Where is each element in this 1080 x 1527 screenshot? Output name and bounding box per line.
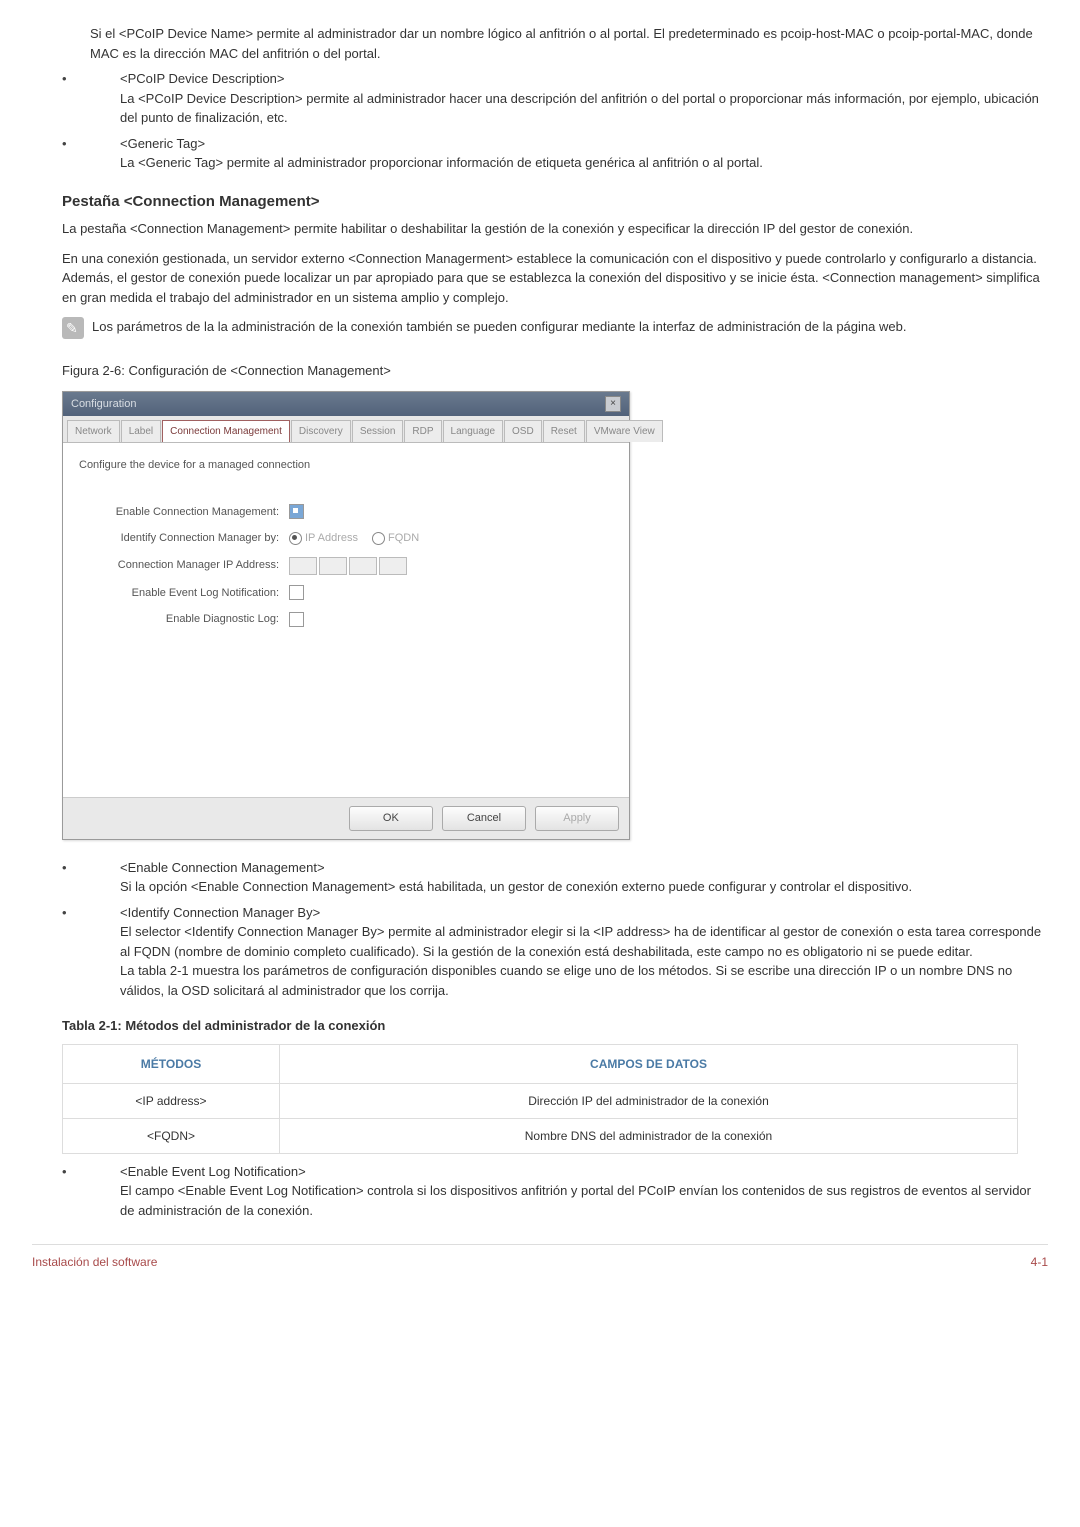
bullet-dot: •	[32, 134, 120, 154]
enable-cm-text: Si la opción <Enable Connection Manageme…	[120, 877, 1048, 897]
radio-ip-address[interactable]	[289, 532, 302, 545]
table-row: <IP address> Dirección IP del administra…	[63, 1083, 1018, 1118]
bullet-device-description: • <PCoIP Device Description> La <PCoIP D…	[32, 69, 1048, 128]
tab-session[interactable]: Session	[352, 420, 404, 442]
device-name-para: Si el <PCoIP Device Name> permite al adm…	[90, 24, 1048, 63]
label-enable-cm: Enable Connection Management:	[79, 504, 289, 521]
note-text: Los parámetros de la la administración d…	[92, 317, 1048, 337]
tab-language[interactable]: Language	[443, 420, 504, 442]
table-title: Tabla 2-1: Métodos del administrador de …	[62, 1016, 1048, 1036]
dialog-body: Configure the device for a managed conne…	[63, 443, 629, 797]
page-footer: Instalación del software 4-1	[32, 1244, 1048, 1271]
close-icon[interactable]: ×	[605, 396, 621, 412]
note-icon	[62, 317, 84, 339]
cell-fqdn-method: <FQDN>	[63, 1118, 280, 1153]
checkbox-diag-log[interactable]	[289, 612, 304, 627]
bullet-dot: •	[32, 903, 120, 923]
label-event-log: Enable Event Log Notification:	[79, 585, 289, 602]
dialog-tabs: Network Label Connection Management Disc…	[63, 416, 629, 443]
identify-by-label: <Identify Connection Manager By>	[120, 903, 1048, 923]
identify-by-text-2: La tabla 2-1 muestra los parámetros de c…	[120, 961, 1048, 1000]
dialog-title-text: Configuration	[71, 396, 136, 413]
section-heading: Pestaña <Connection Management>	[62, 191, 1048, 214]
identify-by-text-1: El selector <Identify Connection Manager…	[120, 922, 1048, 961]
cell-fqdn-field: Nombre DNS del administrador de la conex…	[280, 1118, 1018, 1153]
checkbox-event-log[interactable]	[289, 585, 304, 600]
bullet-dot: •	[32, 1162, 120, 1182]
tab-discovery[interactable]: Discovery	[291, 420, 351, 442]
radio-ip-address-label: IP Address	[305, 530, 358, 547]
th-campos: CAMPOS DE DATOS	[280, 1044, 1018, 1083]
dialog-titlebar: Configuration ×	[63, 392, 629, 417]
generic-tag-label: <Generic Tag>	[120, 134, 1048, 154]
tab-connection-management[interactable]: Connection Management	[162, 420, 290, 442]
tab-network[interactable]: Network	[67, 420, 120, 442]
checkbox-enable-cm[interactable]	[289, 504, 304, 519]
cell-ip-field: Dirección IP del administrador de la con…	[280, 1083, 1018, 1118]
radio-fqdn-label: FQDN	[388, 530, 419, 547]
row-enable-cm: Enable Connection Management:	[79, 504, 613, 521]
row-diag-log: Enable Diagnostic Log:	[79, 611, 613, 628]
note-block: Los parámetros de la la administración d…	[62, 317, 1048, 339]
radio-fqdn[interactable]	[372, 532, 385, 545]
dialog-description: Configure the device for a managed conne…	[79, 457, 613, 474]
section-p1: La pestaña <Connection Management> permi…	[62, 219, 1048, 239]
dialog-footer: OK Cancel Apply	[63, 797, 629, 839]
figure-caption: Figura 2-6: Configuración de <Connection…	[62, 361, 1048, 381]
bullet-event-log: • <Enable Event Log Notification> El cam…	[32, 1162, 1048, 1221]
ip-octet-2[interactable]	[319, 557, 347, 575]
enable-cm-label: <Enable Connection Management>	[120, 858, 1048, 878]
apply-button[interactable]: Apply	[535, 806, 619, 831]
th-metodos: MÉTODOS	[63, 1044, 280, 1083]
footer-left: Instalación del software	[32, 1253, 157, 1271]
ip-octet-1[interactable]	[289, 557, 317, 575]
ip-octet-3[interactable]	[349, 557, 377, 575]
label-identify-by: Identify Connection Manager by:	[79, 530, 289, 547]
tab-rdp[interactable]: RDP	[404, 420, 441, 442]
bullet-dot: •	[32, 69, 120, 89]
label-diag-log: Enable Diagnostic Log:	[79, 611, 289, 628]
tab-label[interactable]: Label	[121, 420, 161, 442]
generic-tag-text: La <Generic Tag> permite al administrado…	[120, 153, 1048, 173]
table-row: <FQDN> Nombre DNS del administrador de l…	[63, 1118, 1018, 1153]
footer-right: 4-1	[1031, 1253, 1048, 1271]
device-desc-text: La <PCoIP Device Description> permite al…	[120, 89, 1048, 128]
bullet-identify-by: • <Identify Connection Manager By> El se…	[32, 903, 1048, 1001]
tab-vmware-view[interactable]: VMware View	[586, 420, 663, 442]
bullet-enable-cm: • <Enable Connection Management> Si la o…	[32, 858, 1048, 897]
event-log-text: El campo <Enable Event Log Notification>…	[120, 1181, 1048, 1220]
device-desc-label: <PCoIP Device Description>	[120, 69, 1048, 89]
cancel-button[interactable]: Cancel	[442, 806, 526, 831]
tab-reset[interactable]: Reset	[543, 420, 585, 442]
label-cm-ip: Connection Manager IP Address:	[79, 557, 289, 574]
bullet-generic-tag: • <Generic Tag> La <Generic Tag> permite…	[32, 134, 1048, 173]
tab-osd[interactable]: OSD	[504, 420, 542, 442]
ip-octet-4[interactable]	[379, 557, 407, 575]
row-identify-by: Identify Connection Manager by: IP Addre…	[79, 530, 613, 547]
configuration-dialog: Configuration × Network Label Connection…	[62, 391, 630, 840]
methods-table: MÉTODOS CAMPOS DE DATOS <IP address> Dir…	[62, 1044, 1018, 1154]
row-event-log: Enable Event Log Notification:	[79, 585, 613, 602]
section-p2: En una conexión gestionada, un servidor …	[62, 249, 1048, 308]
cell-ip-method: <IP address>	[63, 1083, 280, 1118]
row-cm-ip: Connection Manager IP Address:	[79, 557, 613, 575]
event-log-label: <Enable Event Log Notification>	[120, 1162, 1048, 1182]
bullet-dot: •	[32, 858, 120, 878]
ok-button[interactable]: OK	[349, 806, 433, 831]
